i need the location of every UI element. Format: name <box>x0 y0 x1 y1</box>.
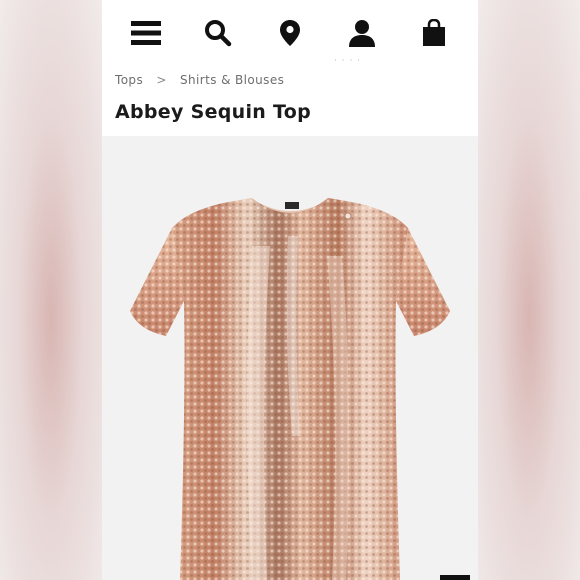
background-blur-right <box>478 0 580 580</box>
product-page: · · · · Tops > Shirts & Blouses Abbey Se… <box>102 0 478 580</box>
breadcrumb-separator: > <box>156 73 167 87</box>
header-nav <box>102 14 478 52</box>
corner-indicator <box>440 575 470 580</box>
sequin-top-image <box>130 198 450 580</box>
account-button[interactable] <box>342 14 382 52</box>
product-title: Abbey Sequin Top <box>115 101 312 123</box>
menu-button[interactable] <box>126 14 166 52</box>
shopping-bag-icon <box>423 19 445 46</box>
scrolled-text-fragment: · · · · <box>334 56 362 66</box>
breadcrumb-item-shirts-blouses[interactable]: Shirts & Blouses <box>180 73 284 87</box>
store-locator-button[interactable] <box>270 14 310 52</box>
breadcrumb: Tops > Shirts & Blouses <box>115 73 284 87</box>
product-image[interactable] <box>102 136 478 580</box>
breadcrumb-item-tops[interactable]: Tops <box>115 73 143 87</box>
user-icon <box>349 20 375 47</box>
hamburger-menu-icon <box>131 21 161 45</box>
search-icon <box>205 20 232 47</box>
map-pin-icon <box>280 20 300 46</box>
background-blur-left <box>0 0 102 580</box>
search-button[interactable] <box>198 14 238 52</box>
shopping-bag-button[interactable] <box>414 14 454 52</box>
